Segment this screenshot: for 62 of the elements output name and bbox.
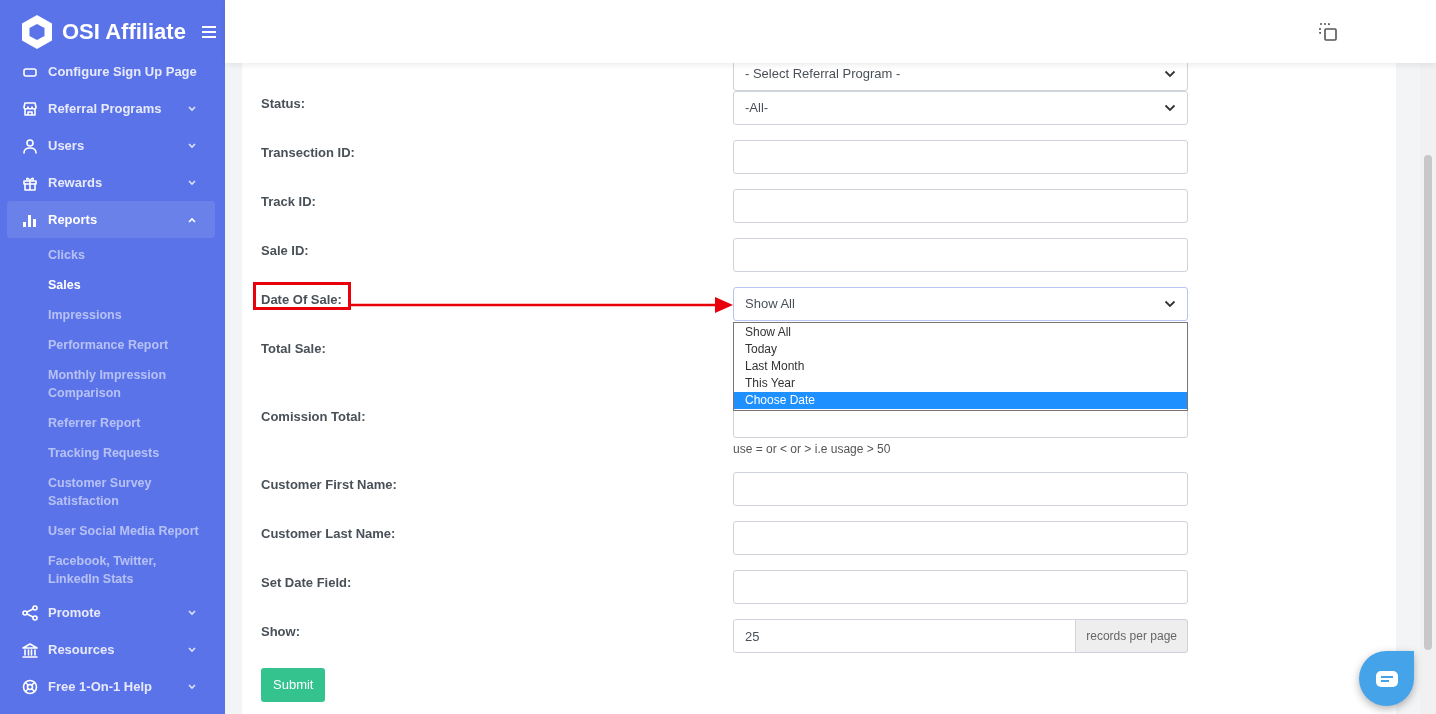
field-label: Set Date Field:	[261, 574, 352, 591]
field-hint: use = or < or > i.e usage > 50	[733, 441, 891, 457]
chevron-down-icon	[1164, 300, 1176, 308]
records-field[interactable]: 25	[733, 619, 1077, 653]
field-label: Track ID:	[261, 193, 316, 210]
sidebar-item[interactable]: Resources	[7, 631, 215, 668]
brand-name: OSI Affiliate	[62, 18, 186, 46]
gift-icon	[22, 174, 38, 191]
user-icon	[22, 137, 38, 154]
text-field[interactable]	[733, 570, 1188, 604]
hexagon-logo-icon	[20, 13, 54, 50]
field-label: Total Sale:	[261, 340, 326, 357]
field-label: Comission Total:	[261, 408, 366, 425]
select-field[interactable]: - Select Referral Program -	[733, 63, 1188, 91]
submenu-link[interactable]: Impressions	[48, 300, 208, 330]
submenu-link[interactable]: Performance Report	[48, 330, 208, 360]
text-field[interactable]	[733, 140, 1188, 174]
field-label: Show:	[261, 623, 300, 640]
field-label: Date Of Sale:	[261, 291, 342, 308]
text-field[interactable]	[733, 189, 1188, 223]
chat-icon	[1375, 670, 1398, 687]
dropdown-option[interactable]: Today	[734, 341, 1187, 358]
dropdown-option[interactable]: Last Month	[734, 358, 1187, 375]
field-label: Sale ID:	[261, 242, 309, 259]
text-field[interactable]	[733, 472, 1188, 506]
submenu-link[interactable]: Clicks	[48, 240, 208, 270]
field-label: Customer First Name:	[261, 476, 397, 493]
submenu-link[interactable]: Monthly Impression Comparison	[48, 360, 208, 408]
text-field[interactable]	[733, 521, 1188, 555]
sidebar-item[interactable]: Reports	[7, 201, 215, 238]
menu-icon[interactable]	[201, 25, 216, 38]
dropdown-option[interactable]: Show All	[734, 324, 1187, 341]
sidebar-item[interactable]: Free 1-On-1 Help	[7, 668, 215, 705]
dropdown-option[interactable]: This Year	[734, 375, 1187, 392]
submenu-link[interactable]: Tracking Requests	[48, 438, 208, 468]
sidebar-item[interactable]: Rewards	[7, 164, 215, 201]
text-field[interactable]	[733, 238, 1188, 272]
bank-icon	[22, 641, 38, 658]
select-field[interactable]: -All-	[733, 91, 1188, 125]
submit-button[interactable]: Submit	[261, 668, 326, 702]
store-icon	[22, 100, 38, 117]
submenu-link[interactable]: Facebook, Twitter, LinkedIn Stats	[48, 546, 208, 594]
select-field[interactable]: Show All	[733, 287, 1188, 321]
submenu-link[interactable]: Customer Survey Satisfaction	[48, 468, 208, 516]
dropdown-option[interactable]: Choose Date	[734, 392, 1187, 409]
field-label: Customer Last Name:	[261, 525, 396, 542]
submenu-link[interactable]: User Social Media Report	[48, 516, 208, 546]
lifebuoy-icon	[22, 678, 38, 695]
sidebar-item[interactable]: Referral Programs	[7, 90, 215, 127]
chevron-down-icon	[1164, 104, 1176, 112]
scrollbar-thumb[interactable]	[1424, 155, 1432, 650]
submenu-link[interactable]: Referrer Report	[48, 408, 208, 438]
chevron-down-icon	[1164, 70, 1176, 78]
sidebar-item[interactable]: Users	[7, 127, 215, 164]
submenu-link[interactable]: Sales	[48, 270, 208, 300]
share-icon	[22, 604, 38, 621]
field-label: Transection ID:	[261, 144, 355, 161]
input-addon: records per page	[1076, 619, 1188, 653]
sidebar-item[interactable]: Configure Sign Up Page	[7, 63, 215, 90]
field-label: Status:	[261, 95, 306, 112]
sidebar-item[interactable]: Promote	[7, 594, 215, 631]
copy-icon[interactable]	[1318, 21, 1338, 42]
